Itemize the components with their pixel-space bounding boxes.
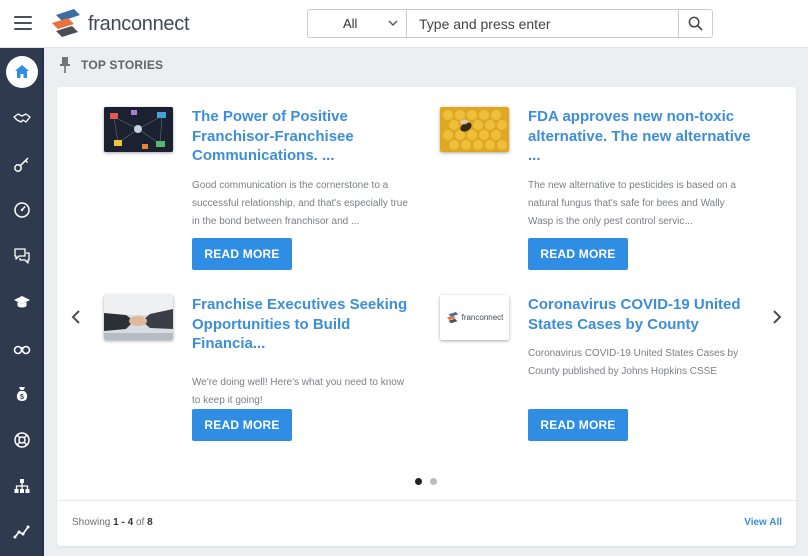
search-input[interactable]	[407, 10, 678, 37]
logo-mark-icon	[52, 9, 80, 37]
showing-range: 1 - 4	[113, 517, 134, 528]
sidebar-item-support[interactable]	[6, 424, 38, 456]
story-description: The new alternative to pesticides is bas…	[528, 180, 736, 227]
handshake-icon	[13, 113, 31, 123]
story-title[interactable]: The Power of Positive Franchisor-Franchi…	[192, 107, 417, 166]
read-more-button[interactable]: READ MORE	[192, 238, 292, 270]
read-more-button[interactable]: READ MORE	[528, 409, 628, 441]
org-chart-icon	[14, 479, 30, 493]
carousel-pagination	[415, 478, 437, 485]
trend-line-icon	[13, 525, 30, 539]
thumb-logo-text: franconnect	[461, 313, 504, 322]
story-thumbnail-communications[interactable]	[104, 107, 173, 152]
network-image-icon	[104, 107, 173, 152]
story-thumbnail-franconnect[interactable]: franconnect	[440, 295, 509, 340]
sidebar-item-hierarchy[interactable]	[6, 470, 38, 502]
home-icon	[15, 65, 29, 78]
lifebuoy-icon	[14, 432, 30, 448]
chevron-down-icon	[388, 20, 398, 26]
sidebar-item-home[interactable]	[6, 56, 38, 88]
chevron-left-icon	[71, 310, 80, 324]
sidebar-item-search[interactable]	[6, 332, 38, 364]
search-button[interactable]	[678, 10, 712, 37]
sidebar-item-messages[interactable]	[6, 240, 38, 272]
story-thumbnail-bee[interactable]	[440, 107, 509, 152]
key-icon	[14, 157, 29, 172]
read-more-button[interactable]: READ MORE	[528, 238, 628, 270]
sidebar-item-analytics[interactable]	[6, 516, 38, 548]
carousel-dot-2[interactable]	[430, 478, 437, 485]
carousel-next-button[interactable]	[768, 305, 786, 329]
franconnect-logo-icon	[446, 311, 458, 323]
honeycomb-bee-image-icon	[440, 107, 509, 152]
search-scope-select[interactable]: All	[308, 10, 407, 37]
top-bar: franconnect All	[0, 0, 808, 48]
sidebar-item-key[interactable]	[6, 148, 38, 180]
handshake-image-icon	[104, 295, 173, 340]
franconnect-logo[interactable]: franconnect	[50, 8, 190, 40]
view-all-link[interactable]: View All	[744, 517, 782, 528]
chat-icon	[14, 248, 30, 264]
story-title[interactable]: Coronavirus COVID-19 United States Cases…	[528, 295, 753, 334]
story-title[interactable]: Franchise Executives Seeking Opportuniti…	[192, 295, 417, 354]
gauge-icon	[14, 202, 30, 218]
search-bar: All	[307, 9, 713, 38]
sidebar-item-handshake[interactable]	[6, 102, 38, 134]
showing-count: Showing 1 - 4 of 8	[72, 517, 153, 528]
showing-label: Showing	[72, 517, 111, 528]
chevron-right-icon	[773, 310, 782, 324]
story-description: Good communication is the cornerstone to…	[192, 180, 408, 227]
sidebar-item-finance[interactable]: $	[6, 378, 38, 410]
logo-text: franconnect	[88, 12, 190, 35]
pin-icon	[60, 57, 70, 73]
search-icon	[688, 16, 703, 31]
binoculars-icon	[13, 345, 31, 355]
money-bag-icon: $	[16, 387, 28, 401]
sidebar-item-dashboard[interactable]	[6, 194, 38, 226]
carousel-dot-1[interactable]	[415, 478, 422, 485]
carousel-prev-button[interactable]	[67, 305, 85, 329]
sidebar: $	[0, 48, 44, 556]
graduation-cap-icon	[14, 296, 30, 308]
story-thumbnail-handshake[interactable]	[104, 295, 173, 340]
story-title[interactable]: FDA approves new non-toxic alternative. …	[528, 107, 753, 166]
showing-total: 8	[147, 517, 153, 528]
read-more-button[interactable]: READ MORE	[192, 409, 292, 441]
search-scope-value: All	[343, 16, 358, 31]
section-header: TOP STORIES	[58, 54, 163, 76]
section-title: TOP STORIES	[81, 58, 164, 72]
story-description: We're doing well! Here's what you need t…	[192, 377, 405, 406]
story-description: Coronavirus COVID-19 United States Cases…	[528, 348, 739, 377]
of-label: of	[135, 517, 145, 528]
top-stories-card: The Power of Positive Franchisor-Franchi…	[57, 87, 796, 546]
sidebar-item-training[interactable]	[6, 286, 38, 318]
menu-icon[interactable]	[14, 16, 32, 30]
svg-text:$: $	[20, 394, 24, 401]
card-footer: Showing 1 - 4 of 8 View All	[57, 500, 796, 546]
